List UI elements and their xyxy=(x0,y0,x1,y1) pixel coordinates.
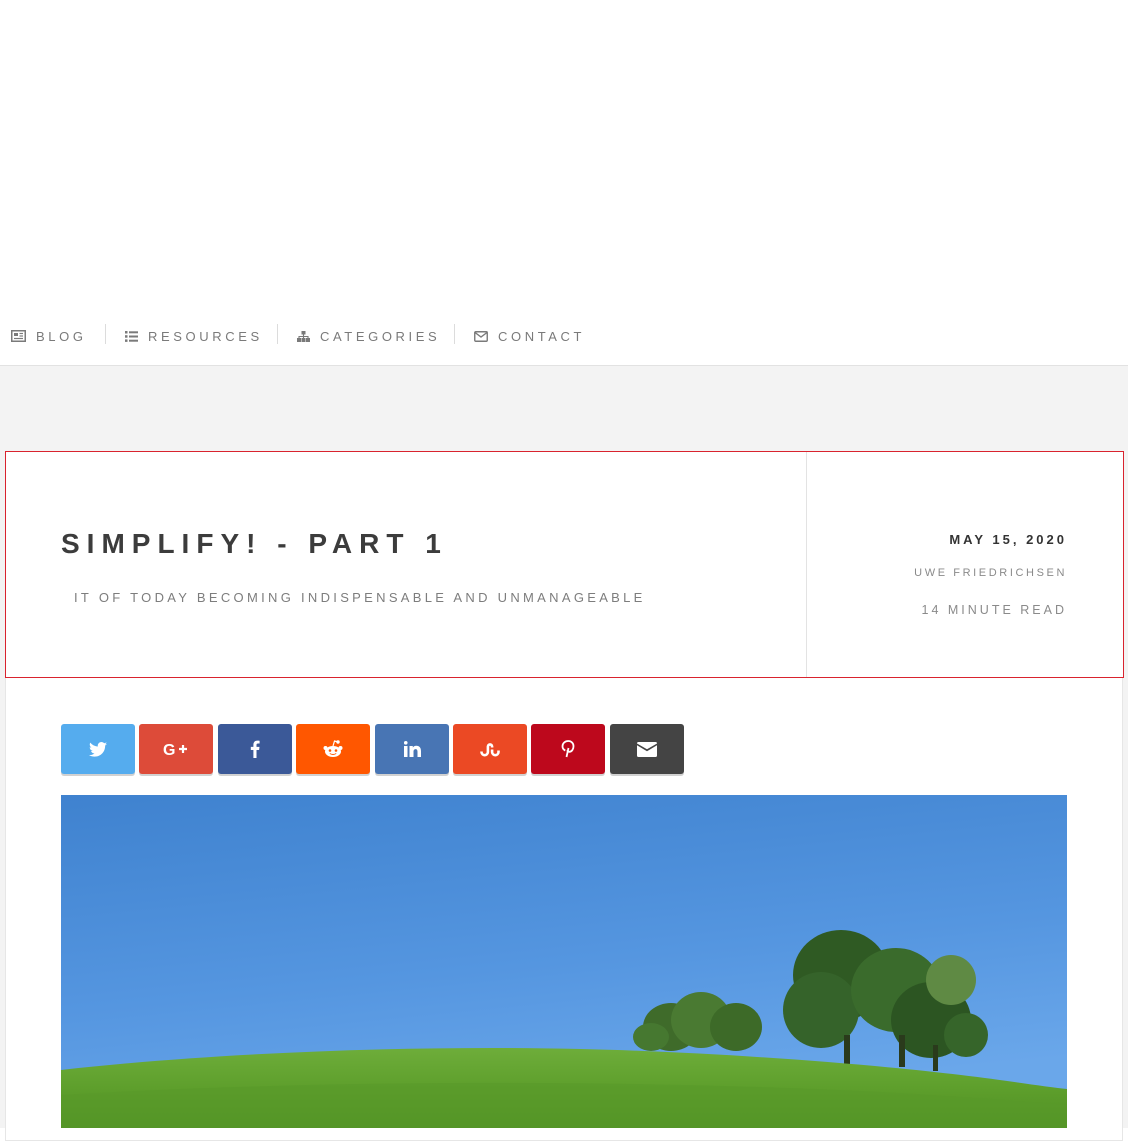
hero-image xyxy=(61,795,1067,1128)
post-author: UWE FRIEDRICHSEN xyxy=(914,567,1067,579)
nav-divider xyxy=(105,324,106,344)
nav-item-label: RESOURCES xyxy=(148,328,263,344)
main-navigation: BLOG RESOURCES CATEGORIES CONTACT xyxy=(0,300,1128,366)
share-facebook-button[interactable] xyxy=(218,724,292,774)
stumbleupon-icon xyxy=(480,743,500,757)
nav-item-contact[interactable]: CONTACT xyxy=(474,327,585,345)
facebook-icon xyxy=(250,740,260,758)
svg-text:G: G xyxy=(163,742,175,757)
newspaper-icon xyxy=(11,330,26,342)
post-date: MAY 15, 2020 xyxy=(949,532,1067,547)
share-google-plus-button[interactable]: G xyxy=(139,724,213,774)
share-reddit-button[interactable] xyxy=(296,724,370,774)
top-blank-area xyxy=(0,0,1128,300)
share-linkedin-button[interactable] xyxy=(375,724,449,774)
post-header: SIMPLIFY! - PART 1 IT OF TODAY BECOMING … xyxy=(5,451,1124,678)
share-stumbleupon-button[interactable] xyxy=(453,724,527,774)
nav-item-label: BLOG xyxy=(36,328,87,344)
nav-item-categories[interactable]: CATEGORIES xyxy=(297,327,440,345)
share-pinterest-button[interactable] xyxy=(531,724,605,774)
share-twitter-button[interactable] xyxy=(61,724,135,774)
share-bar: G xyxy=(61,724,701,776)
nav-item-label: CONTACT xyxy=(498,328,586,344)
google-plus-icon: G xyxy=(163,742,187,757)
nav-item-blog[interactable]: BLOG xyxy=(11,327,87,345)
envelope-icon xyxy=(637,741,657,757)
reddit-icon xyxy=(323,740,343,757)
linkedin-icon xyxy=(403,741,421,757)
nav-item-resources[interactable]: RESOURCES xyxy=(125,327,263,345)
envelope-icon xyxy=(474,330,488,342)
sitemap-icon xyxy=(297,330,310,342)
read-time: 14 MINUTE READ xyxy=(921,603,1067,617)
nav-divider xyxy=(277,324,278,344)
list-icon xyxy=(125,330,138,342)
header-divider xyxy=(806,452,807,677)
pinterest-icon xyxy=(561,740,575,758)
twitter-icon xyxy=(89,741,107,757)
nav-divider xyxy=(454,324,455,344)
post-subtitle: IT OF TODAY BECOMING INDISPENSABLE AND U… xyxy=(74,590,646,605)
post-title: SIMPLIFY! - PART 1 xyxy=(61,528,448,559)
share-email-button[interactable] xyxy=(610,724,684,774)
nav-item-label: CATEGORIES xyxy=(320,328,441,344)
